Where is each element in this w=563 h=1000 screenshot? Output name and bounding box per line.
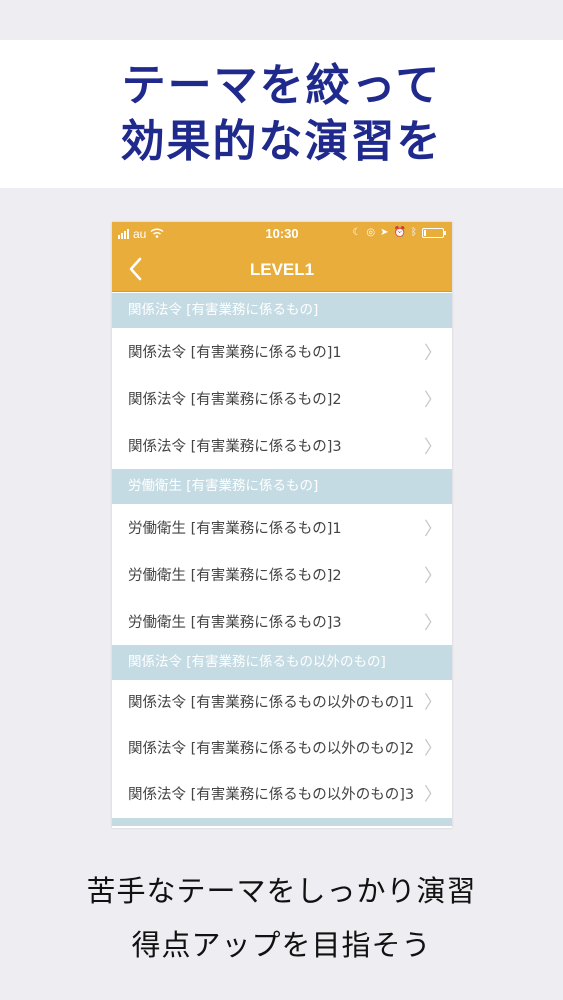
back-button[interactable] xyxy=(118,252,152,286)
nav-title: LEVEL1 xyxy=(249,260,315,279)
list-item-label: 関係法令 [有害業務に係るもの]1 xyxy=(128,345,342,361)
list-item[interactable]: 労働衛生 [有害業務に係るもの]3 〉 xyxy=(112,598,452,645)
status-bar: au 10:30 ☾ ◎ ➤ ⏰ ᛒ xyxy=(112,222,452,246)
lock-rotation-icon: ◎ xyxy=(366,227,376,238)
list-item[interactable]: 労働衛生 [有害業務に係るもの]1 〉 xyxy=(112,504,452,551)
caption-line-1: 苦手なテーマをしっかり演習 xyxy=(86,874,477,908)
section-header-2: 労働衛生 [有害業務に係るもの] xyxy=(112,469,452,504)
list-item-label: 関係法令 [有害業務に係るもの以外のもの]2 xyxy=(128,740,415,757)
list-item[interactable]: 関係法令 [有害業務に係るもの以外のもの]1 〉 xyxy=(112,680,452,726)
chevron-left-icon xyxy=(129,257,142,281)
list-item-label: 関係法令 [有害業務に係るもの]2 xyxy=(128,392,342,408)
topic-list: 関係法令 [有害業務に係るもの] 関係法令 [有害業務に係るもの]1 〉 関係法… xyxy=(112,293,452,826)
list-item[interactable]: 労働衛生 [有害業務に係るもの]2 〉 xyxy=(112,551,452,598)
headline-banner: テーマを絞って 効果的な演習を xyxy=(0,40,563,188)
chevron-right-icon: 〉 xyxy=(424,565,442,587)
alarm-icon: ⏰ xyxy=(393,227,406,238)
list-item[interactable]: 関係法令 [有害業務に係るもの]1 〉 xyxy=(112,328,452,375)
chevron-right-icon: 〉 xyxy=(424,612,442,634)
top-margin xyxy=(0,0,563,40)
section-header-1: 関係法令 [有害業務に係るもの] xyxy=(112,293,452,328)
battery-icon xyxy=(422,227,446,238)
list-item-label: 関係法令 [有害業務に係るもの]3 xyxy=(128,439,342,455)
list-item-label: 労働衛生 [有害業務に係るもの]1 xyxy=(128,521,342,537)
list-item-label: 関係法令 [有害業務に係るもの以外のもの]3 xyxy=(128,786,415,803)
list-item[interactable]: 関係法令 [有害業務に係るもの]3 〉 xyxy=(112,422,452,469)
section-header-3: 関係法令 [有害業務に係るもの以外のもの] xyxy=(112,645,452,680)
bluetooth-icon: ᛒ xyxy=(411,227,417,238)
chevron-right-icon: 〉 xyxy=(424,518,442,540)
chevron-right-icon: 〉 xyxy=(424,784,442,806)
chevron-right-icon: 〉 xyxy=(424,436,442,458)
list-item-label: 労働衛生 [有害業務に係るもの]2 xyxy=(128,568,342,584)
chevron-right-icon: 〉 xyxy=(424,738,442,760)
navigation-bar: LEVEL1 xyxy=(112,246,452,292)
chevron-right-icon: 〉 xyxy=(424,342,442,364)
headline-line-2: 効果的な演習を xyxy=(120,116,443,167)
headline-line-1: テーマを絞って xyxy=(121,60,442,111)
list-item-label: 労働衛生 [有害業務に係るもの]3 xyxy=(128,615,342,631)
list-item[interactable]: 関係法令 [有害業務に係るもの以外のもの]3 〉 xyxy=(112,772,452,818)
list-footer-divider xyxy=(112,818,452,826)
chevron-right-icon: 〉 xyxy=(424,389,442,411)
list-item-label: 関係法令 [有害業務に係るもの以外のもの]1 xyxy=(128,694,415,711)
chevron-right-icon: 〉 xyxy=(424,692,442,714)
caption-line-2: 得点アップを目指そう xyxy=(131,928,432,962)
moon-icon: ☾ xyxy=(352,227,362,238)
list-item[interactable]: 関係法令 [有害業務に係るもの]2 〉 xyxy=(112,375,452,422)
list-item[interactable]: 関係法令 [有害業務に係るもの以外のもの]2 〉 xyxy=(112,726,452,772)
phone-screenshot: au 10:30 ☾ ◎ ➤ ⏰ ᛒ LEVEL1 関係法令 [有害業務に係るも… xyxy=(112,222,452,828)
location-icon: ➤ xyxy=(380,227,389,238)
